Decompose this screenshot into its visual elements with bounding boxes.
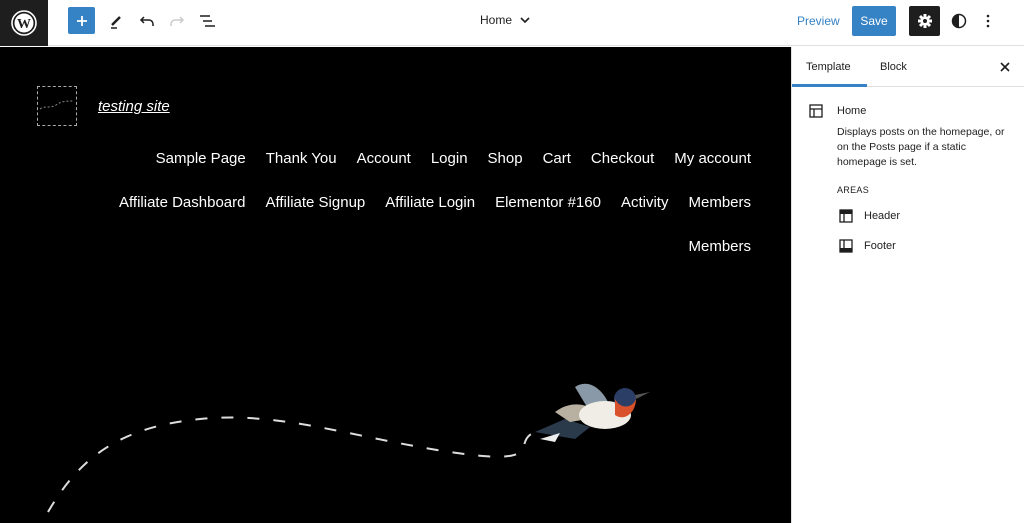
wordpress-logo-icon: W (11, 10, 37, 36)
plus-icon (76, 15, 87, 26)
footer-area-icon (839, 239, 853, 253)
tab-template[interactable]: Template (806, 61, 851, 73)
undo-button[interactable] (137, 7, 157, 35)
close-icon (1000, 62, 1010, 72)
close-sidebar-button[interactable] (997, 59, 1013, 75)
chevron-down-icon (520, 17, 530, 24)
area-label: Footer (864, 240, 896, 252)
settings-button[interactable] (909, 6, 940, 36)
half-circle-icon (951, 13, 967, 29)
svg-text:W: W (17, 17, 31, 32)
add-block-button[interactable] (68, 7, 95, 34)
area-item-header[interactable]: Header (839, 209, 900, 223)
list-view-icon (200, 15, 215, 27)
sidebar-tabs: Template Block (792, 47, 1024, 87)
layout-icon (809, 104, 823, 118)
styles-button[interactable] (949, 7, 969, 35)
editor-toolbar: W Home Preview Save (0, 0, 1024, 46)
area-label: Header (864, 210, 901, 222)
dashed-flight-path (47, 416, 536, 513)
document-title-dropdown[interactable]: Home (480, 13, 530, 27)
list-view-button[interactable] (197, 7, 217, 35)
document-title: Home (480, 13, 513, 27)
areas-heading: AREAS (837, 185, 870, 195)
wordpress-logo-button[interactable]: W (0, 0, 48, 46)
bird-flight-illustration (47, 383, 650, 513)
tools-button[interactable] (106, 7, 126, 35)
pencil-icon (111, 16, 121, 29)
preview-button[interactable]: Preview (797, 14, 840, 28)
redo-icon (170, 16, 185, 26)
template-description: Displays posts on the homepage, or on th… (837, 126, 1005, 168)
editor-canvas[interactable]: testing site Sample Page Thank You Accou… (0, 47, 791, 523)
gear-icon (917, 14, 932, 28)
template-name: Home (837, 105, 867, 117)
vertical-ellipsis-icon (986, 14, 990, 28)
settings-sidebar: Template Block Home Displays posts on th… (791, 47, 1024, 523)
active-tab-indicator (792, 84, 867, 87)
options-button[interactable] (980, 7, 996, 35)
area-item-footer[interactable]: Footer (839, 239, 896, 253)
save-button[interactable]: Save (852, 6, 896, 36)
header-area-icon (839, 209, 853, 223)
bird-icon (535, 383, 650, 442)
undo-icon (139, 16, 154, 26)
redo-button[interactable] (167, 7, 187, 35)
tab-block[interactable]: Block (880, 61, 907, 73)
